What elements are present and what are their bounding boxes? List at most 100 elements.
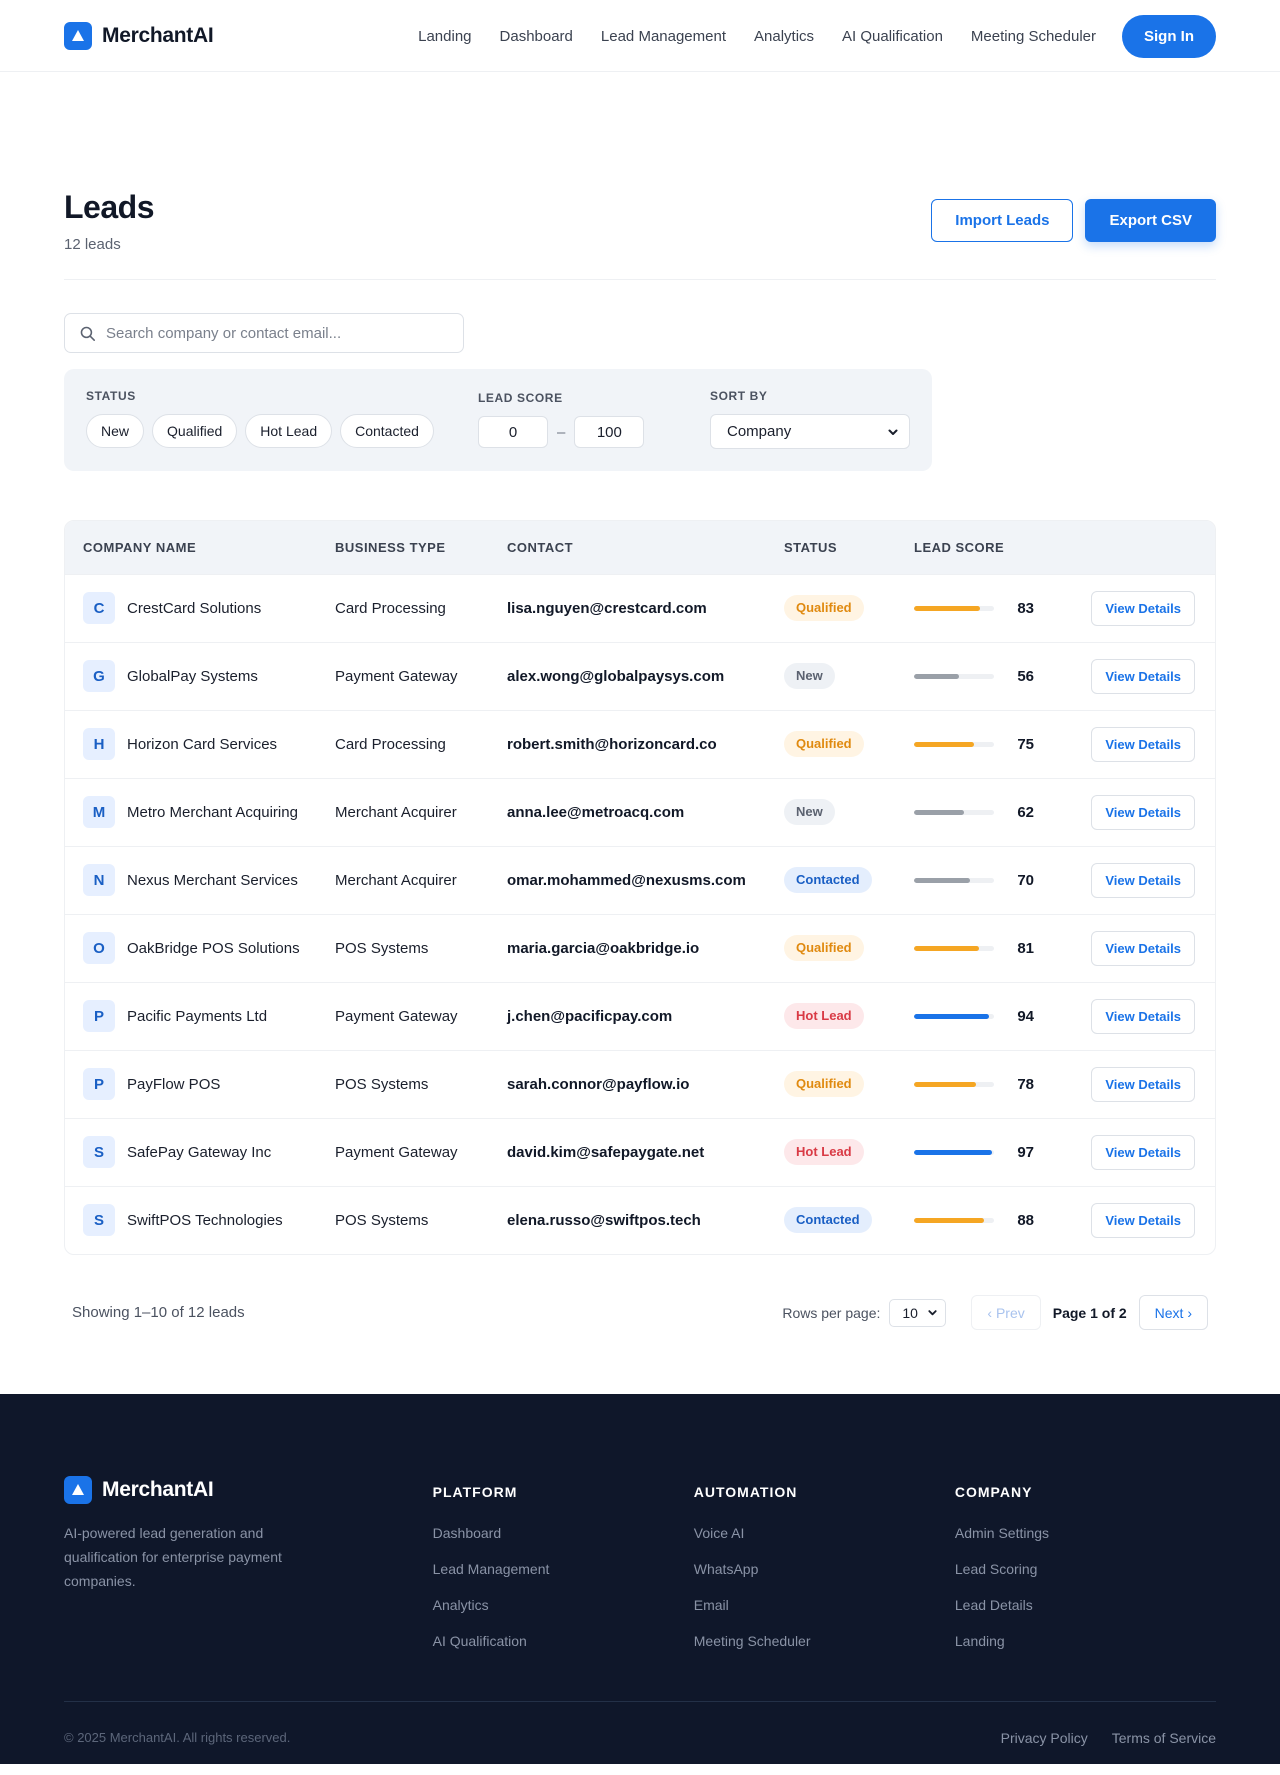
company-avatar: N bbox=[83, 864, 115, 896]
search-input[interactable] bbox=[106, 324, 449, 342]
copyright: © 2025 MerchantAI. All rights reserved. bbox=[64, 1730, 291, 1745]
page-title: Leads bbox=[64, 189, 154, 225]
page-indicator: Page 1 of 2 bbox=[1052, 1304, 1127, 1321]
score-value: 70 bbox=[1017, 871, 1034, 889]
footer-link-ai-qualification[interactable]: AI Qualification bbox=[433, 1623, 694, 1659]
footer-link-lead-management[interactable]: Lead Management bbox=[433, 1551, 694, 1587]
status-filter: STATUS New Qualified Hot Lead Contacted bbox=[86, 389, 478, 451]
view-details-button[interactable]: View Details bbox=[1091, 1134, 1195, 1170]
table-row: P PayFlow POS POS Systems sarah.connor@payf… bbox=[65, 1050, 1215, 1118]
status-chip-hot-lead[interactable]: Hot Lead bbox=[245, 414, 333, 448]
footer-link-voice-ai[interactable]: Voice AI bbox=[694, 1515, 955, 1551]
footer-link-analytics[interactable]: Analytics bbox=[433, 1587, 694, 1623]
header-actions bbox=[1074, 521, 1215, 574]
header-status[interactable]: STATUS bbox=[784, 521, 914, 574]
view-details-button[interactable]: View Details bbox=[1091, 930, 1195, 966]
view-details-button[interactable]: View Details bbox=[1091, 590, 1195, 626]
cell-lead-score: 70 bbox=[914, 846, 1074, 914]
next-page-button[interactable]: Next › bbox=[1138, 1295, 1208, 1330]
score-value: 83 bbox=[1017, 599, 1034, 617]
score-bar-fill bbox=[914, 1081, 977, 1087]
company-name: Horizon Card Services bbox=[127, 735, 278, 753]
sort-label: SORT BY bbox=[710, 389, 768, 403]
cell-action: View Details bbox=[1074, 710, 1215, 778]
brand-logo[interactable]: MerchantAI bbox=[64, 22, 214, 50]
view-details-button[interactable]: View Details bbox=[1091, 658, 1195, 694]
status-chip-contacted[interactable]: Contacted bbox=[340, 414, 434, 448]
status-chip-new[interactable]: New bbox=[86, 414, 145, 448]
footer-link-lead-details[interactable]: Lead Details bbox=[955, 1587, 1216, 1623]
nav-dashboard[interactable]: Dashboard bbox=[500, 28, 573, 45]
nav-meeting-scheduler[interactable]: Meeting Scheduler bbox=[971, 28, 1096, 45]
pagination-info: Showing 1–10 of 12 leads bbox=[72, 1304, 245, 1321]
table-row: G GlobalPay Systems Payment Gateway alex.wo… bbox=[65, 642, 1215, 710]
score-filter-label: LEAD SCORE bbox=[478, 391, 563, 405]
chevron-down-icon bbox=[888, 429, 898, 435]
score-min-input[interactable] bbox=[478, 416, 548, 448]
cell-action: View Details bbox=[1074, 642, 1215, 710]
cell-lead-score: 62 bbox=[914, 778, 1074, 846]
view-details-button[interactable]: View Details bbox=[1091, 998, 1195, 1034]
footer-col-title: PLATFORM bbox=[432, 1484, 518, 1500]
footer-link-meeting-scheduler[interactable]: Meeting Scheduler bbox=[694, 1623, 955, 1659]
view-details-button[interactable]: View Details bbox=[1091, 862, 1195, 898]
company-name: Pacific Payments Ltd bbox=[127, 1007, 268, 1025]
cell-status: Contacted bbox=[784, 846, 914, 914]
sort-select[interactable]: Company bbox=[710, 414, 910, 449]
score-bar-fill bbox=[914, 1149, 992, 1155]
filter-panel: STATUS New Qualified Hot Lead Contacted … bbox=[64, 369, 932, 471]
search-icon bbox=[80, 326, 96, 341]
footer-link-whatsapp[interactable]: WhatsApp bbox=[694, 1551, 955, 1587]
cell-company: S SwiftPOS Technologies bbox=[65, 1186, 335, 1254]
sort-value: Company bbox=[727, 423, 792, 440]
cell-lead-score: 81 bbox=[914, 914, 1074, 982]
view-details-button[interactable]: View Details bbox=[1091, 794, 1195, 830]
score-bar-fill bbox=[914, 1013, 990, 1019]
view-details-button[interactable]: View Details bbox=[1091, 1066, 1195, 1102]
nav-analytics[interactable]: Analytics bbox=[754, 28, 814, 45]
table-row: M Metro Merchant Acquiring Merchant Acquir… bbox=[65, 778, 1215, 846]
view-details-button[interactable]: View Details bbox=[1091, 1202, 1195, 1238]
terms-of-service-link[interactable]: Terms of Service bbox=[1112, 1730, 1216, 1746]
cell-business-type: Payment Gateway bbox=[335, 1143, 458, 1161]
cell-company: S SafePay Gateway Inc bbox=[65, 1118, 335, 1186]
company-name: GlobalPay Systems bbox=[127, 667, 258, 685]
nav-lead-management[interactable]: Lead Management bbox=[601, 28, 726, 45]
nav-ai-qualification[interactable]: AI Qualification bbox=[842, 28, 943, 45]
privacy-policy-link[interactable]: Privacy Policy bbox=[1001, 1730, 1088, 1746]
logo-icon bbox=[64, 22, 92, 50]
cell-lead-score: 78 bbox=[914, 1050, 1074, 1118]
footer-col-title: AUTOMATION bbox=[693, 1484, 798, 1500]
score-bar bbox=[914, 945, 994, 951]
cell-status: Hot Lead bbox=[784, 982, 914, 1050]
import-leads-button[interactable]: Import Leads bbox=[931, 199, 1074, 242]
cell-contact: anna.lee@metroacq.com bbox=[507, 778, 784, 846]
page-actions: Import Leads Export CSV bbox=[931, 199, 1216, 242]
sign-in-button[interactable]: Sign In bbox=[1122, 14, 1216, 58]
cell-status: Qualified bbox=[784, 574, 914, 642]
rows-per-page-select[interactable]: 10 bbox=[889, 1298, 947, 1327]
header-contact[interactable]: CONTACT bbox=[507, 521, 784, 574]
footer-link-landing[interactable]: Landing bbox=[955, 1623, 1216, 1659]
header-company[interactable]: COMPANY NAME bbox=[65, 521, 335, 574]
footer-link-dashboard[interactable]: Dashboard bbox=[433, 1515, 694, 1551]
company-avatar: S bbox=[83, 1136, 115, 1168]
status-filter-label: STATUS bbox=[86, 389, 136, 403]
footer-link-lead-scoring[interactable]: Lead Scoring bbox=[955, 1551, 1216, 1587]
footer-logo[interactable]: MerchantAI bbox=[64, 1476, 433, 1504]
status-badge: Qualified bbox=[784, 595, 864, 621]
cell-company: P PayFlow POS bbox=[65, 1050, 335, 1118]
footer-bottom: © 2025 MerchantAI. All rights reserved. … bbox=[64, 1701, 1216, 1773]
export-csv-button[interactable]: Export CSV bbox=[1085, 199, 1216, 242]
footer-link-email[interactable]: Email bbox=[694, 1587, 955, 1623]
cell-status: Qualified bbox=[784, 914, 914, 982]
header-lead-score[interactable]: LEAD SCORE bbox=[914, 521, 1074, 574]
header-business-type[interactable]: BUSINESS TYPE bbox=[335, 521, 507, 574]
table-row: H Horizon Card Services Card Processing rob… bbox=[65, 710, 1215, 778]
view-details-button[interactable]: View Details bbox=[1091, 726, 1195, 762]
nav-landing[interactable]: Landing bbox=[418, 28, 471, 45]
status-chip-qualified[interactable]: Qualified bbox=[152, 414, 238, 448]
footer-link-admin-settings[interactable]: Admin Settings bbox=[955, 1515, 1216, 1551]
score-max-input[interactable] bbox=[574, 416, 645, 448]
prev-page-button[interactable]: ‹ Prev bbox=[971, 1295, 1041, 1330]
